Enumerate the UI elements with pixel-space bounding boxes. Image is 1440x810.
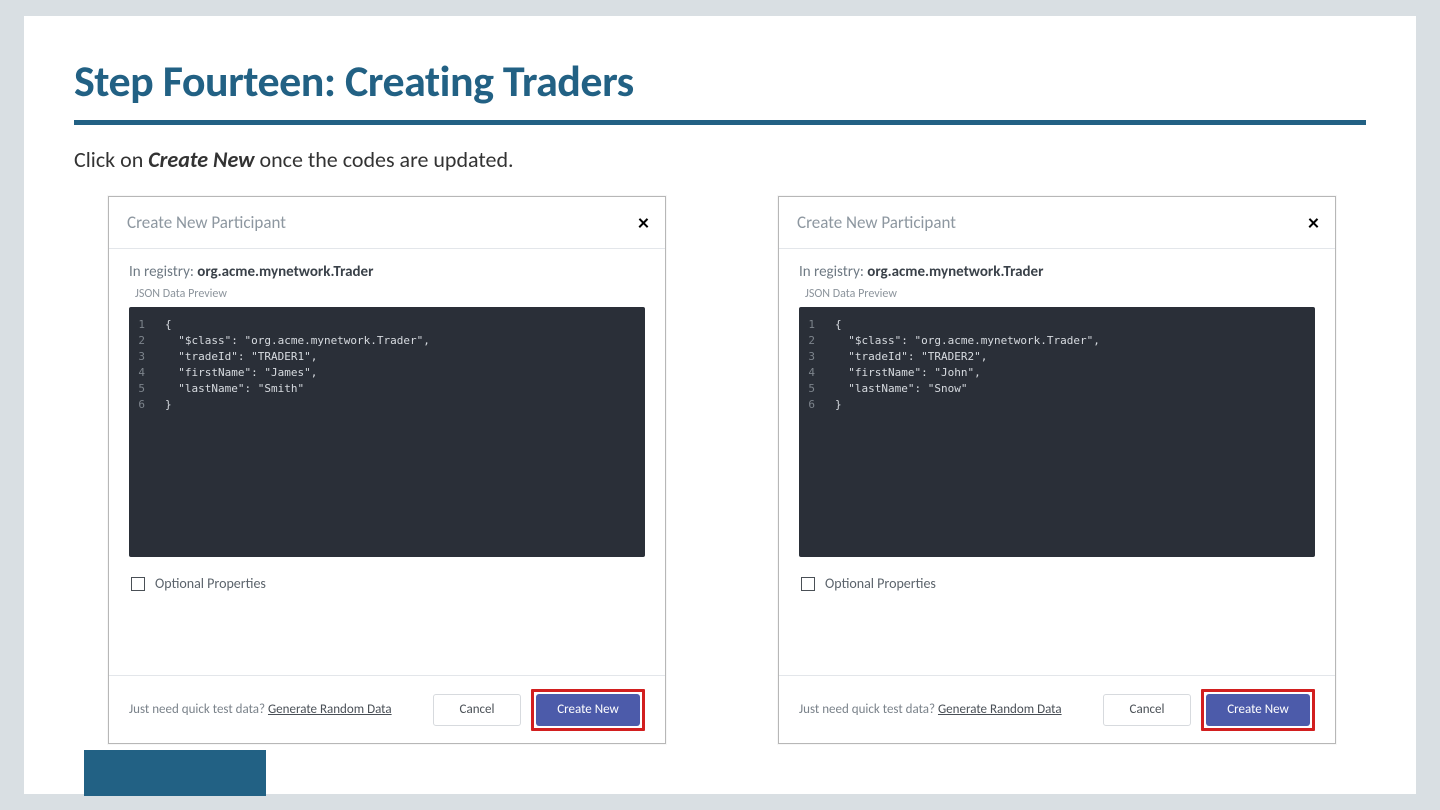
quick-prefix: Just need quick test data? (799, 702, 938, 717)
line-number: 2 (799, 333, 823, 349)
registry-name: org.acme.mynetwork.Trader (867, 263, 1043, 281)
registry-prefix: In registry: (129, 263, 197, 281)
footer-buttons: Cancel Create New (433, 689, 645, 731)
code-line: "firstName": "John", (823, 365, 981, 381)
dialog-body: In registry: org.acme.mynetwork.Trader J… (109, 249, 665, 592)
footer-buttons: Cancel Create New (1103, 689, 1315, 731)
code-line: { (153, 317, 172, 333)
instruction-suffix: once the codes are updated. (255, 146, 514, 173)
line-number: 5 (799, 381, 823, 397)
close-icon[interactable]: × (1308, 212, 1319, 234)
line-number: 4 (129, 365, 153, 381)
registry-prefix: In registry: (799, 263, 867, 281)
optional-row: Optional Properties (799, 575, 1315, 592)
line-number: 2 (129, 333, 153, 349)
dialog-title: Create New Participant (797, 212, 956, 233)
code-line: } (823, 397, 842, 413)
line-number: 4 (799, 365, 823, 381)
code-line: } (153, 397, 172, 413)
code-line: "$class": "org.acme.mynetwork.Trader", (153, 333, 430, 349)
highlight-box: Create New (1201, 689, 1315, 731)
dialog-footer: Just need quick test data? Generate Rand… (779, 675, 1335, 743)
accent-bar (84, 750, 266, 796)
optional-checkbox[interactable] (801, 577, 815, 591)
cancel-button[interactable]: Cancel (433, 694, 521, 726)
generate-random-data-link[interactable]: Generate Random Data (268, 702, 392, 717)
optional-row: Optional Properties (129, 575, 645, 592)
optional-label: Optional Properties (155, 575, 266, 592)
create-new-button[interactable]: Create New (1206, 694, 1310, 726)
optional-label: Optional Properties (825, 575, 936, 592)
code-line: "lastName": "Snow" (823, 381, 967, 397)
code-editor[interactable]: 1{ 2 "$class": "org.acme.mynetwork.Trade… (129, 307, 645, 557)
instruction-text: Click on Create New once the codes are u… (74, 146, 514, 173)
dialog-trader2: Create New Participant × In registry: or… (778, 196, 1336, 744)
generate-random-data-link[interactable]: Generate Random Data (938, 702, 1062, 717)
registry-line: In registry: org.acme.mynetwork.Trader (129, 263, 645, 281)
cancel-button[interactable]: Cancel (1103, 694, 1191, 726)
dialog-body: In registry: org.acme.mynetwork.Trader J… (779, 249, 1335, 592)
dialog-footer: Just need quick test data? Generate Rand… (109, 675, 665, 743)
highlight-box: Create New (531, 689, 645, 731)
line-number: 5 (129, 381, 153, 397)
title-underline (74, 120, 1366, 125)
dialog-title: Create New Participant (127, 212, 286, 233)
line-number: 1 (129, 317, 153, 333)
dialog-header: Create New Participant × (109, 197, 665, 249)
close-icon[interactable]: × (638, 212, 649, 234)
create-new-button[interactable]: Create New (536, 694, 640, 726)
code-line: { (823, 317, 842, 333)
json-preview-label: JSON Data Preview (135, 287, 645, 301)
code-line: "lastName": "Smith" (153, 381, 304, 397)
registry-name: org.acme.mynetwork.Trader (197, 263, 373, 281)
dialog-trader1: Create New Participant × In registry: or… (108, 196, 666, 744)
line-number: 3 (799, 349, 823, 365)
slide-title: Step Fourteen: Creating Traders (74, 54, 634, 108)
instruction-bold: Create New (148, 146, 254, 173)
quick-data-text: Just need quick test data? Generate Rand… (129, 702, 392, 717)
line-number: 3 (129, 349, 153, 365)
line-number: 6 (799, 397, 823, 413)
instruction-prefix: Click on (74, 146, 148, 173)
code-line: "$class": "org.acme.mynetwork.Trader", (823, 333, 1100, 349)
registry-line: In registry: org.acme.mynetwork.Trader (799, 263, 1315, 281)
slide-canvas: Step Fourteen: Creating Traders Click on… (24, 16, 1416, 794)
code-line: "tradeId": "TRADER2", (823, 349, 987, 365)
json-preview-label: JSON Data Preview (805, 287, 1315, 301)
dialog-header: Create New Participant × (779, 197, 1335, 249)
code-editor[interactable]: 1{ 2 "$class": "org.acme.mynetwork.Trade… (799, 307, 1315, 557)
quick-data-text: Just need quick test data? Generate Rand… (799, 702, 1062, 717)
optional-checkbox[interactable] (131, 577, 145, 591)
quick-prefix: Just need quick test data? (129, 702, 268, 717)
line-number: 6 (129, 397, 153, 413)
code-line: "firstName": "James", (153, 365, 317, 381)
line-number: 1 (799, 317, 823, 333)
code-line: "tradeId": "TRADER1", (153, 349, 317, 365)
